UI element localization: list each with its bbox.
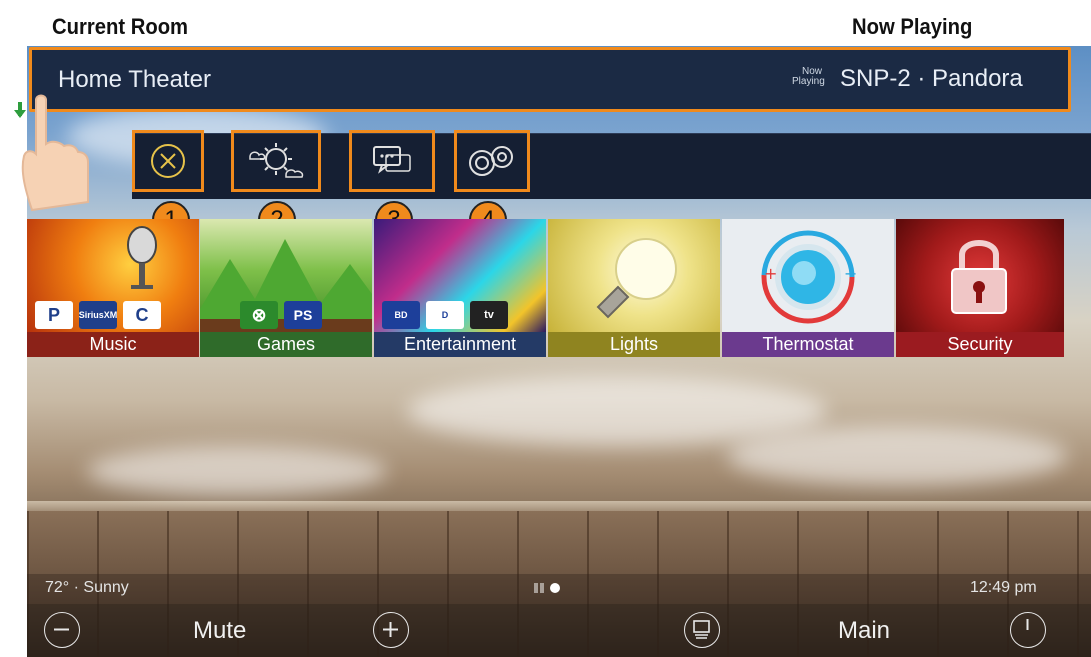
volume-up-button[interactable] [373, 612, 409, 648]
siriusxm-logo: SiriusXM [79, 301, 117, 329]
quick-weather-button[interactable] [231, 130, 321, 192]
lights-art [548, 219, 720, 332]
svg-text:−: − [844, 264, 857, 283]
quick-close-button[interactable] [132, 130, 204, 192]
c-logo: C [123, 301, 161, 329]
room-name[interactable]: Home Theater [58, 66, 211, 94]
power-button[interactable] [1010, 612, 1046, 648]
pandora-logo: P [35, 301, 73, 329]
plus-icon [383, 622, 398, 637]
mute-button[interactable]: Mute [193, 617, 246, 645]
volume-down-button[interactable] [44, 612, 80, 648]
tile-thermostat[interactable]: + − Thermostat [722, 219, 894, 357]
security-art [896, 219, 1064, 332]
grid-page-icon [534, 583, 544, 593]
now-playing-tag: Now Playing [792, 66, 825, 87]
tile-games[interactable]: ⊗ PS Games [200, 219, 372, 357]
source-button[interactable] [684, 612, 720, 648]
bluray-icon: BD [382, 301, 420, 329]
label-current-room: Current Room [52, 14, 189, 39]
tile-label: Security [896, 332, 1064, 357]
appletv-icon: tv [470, 301, 508, 329]
thermostat-art: + − [722, 219, 894, 332]
playstation-icon: PS [284, 301, 322, 329]
display-menu-icon [693, 620, 710, 639]
control-bar [27, 604, 1091, 657]
settings-gears-icon [469, 146, 513, 176]
header-bar[interactable]: Home Theater Now Playing SNP-2 · Pandora [29, 47, 1071, 112]
xbox-icon: ⊗ [240, 301, 278, 329]
cloud [407, 376, 827, 446]
tile-lights[interactable]: Lights [548, 219, 720, 357]
quick-messages-button[interactable] [349, 130, 435, 192]
cloud [87, 446, 387, 496]
thermostat-dial-icon: + − [761, 230, 857, 324]
tile-label: Entertainment [374, 332, 546, 357]
tile-label: Games [200, 332, 372, 357]
quick-settings-button[interactable] [454, 130, 530, 192]
tile-music[interactable]: P SiriusXM C Music [27, 219, 199, 357]
cloud [727, 426, 1067, 486]
tile-security[interactable]: Security [896, 219, 1064, 357]
close-icon [151, 144, 185, 178]
padlock-icon [951, 240, 1007, 314]
tile-label: Thermostat [722, 332, 894, 357]
microphone-icon [127, 226, 157, 289]
weather-icon [249, 143, 304, 178]
minus-icon [54, 628, 69, 631]
tile-label: Lights [548, 332, 720, 357]
power-icon [1026, 619, 1029, 630]
music-art: P SiriusXM C [27, 219, 199, 332]
active-page-dot [550, 583, 560, 593]
chat-icon [373, 146, 411, 174]
svg-text:+: + [764, 264, 777, 283]
tile-entertainment[interactable]: BD D tv Entertainment [374, 219, 546, 357]
tile-label: Music [27, 332, 199, 357]
main-button[interactable]: Main [838, 617, 890, 645]
hand-pointer-icon [14, 94, 89, 212]
page-indicator[interactable] [534, 583, 560, 593]
entertainment-art: BD D tv [374, 219, 546, 332]
games-art: ⊗ PS [200, 219, 372, 332]
directv-icon: D [426, 301, 464, 329]
label-now-playing: Now Playing [852, 14, 973, 39]
weather-status[interactable]: 72° · Sunny [45, 579, 129, 597]
now-playing-source[interactable]: SNP-2 · Pandora [840, 65, 1023, 93]
clock: 12:49 pm [970, 579, 1037, 596]
lightbulb-icon [596, 238, 677, 319]
